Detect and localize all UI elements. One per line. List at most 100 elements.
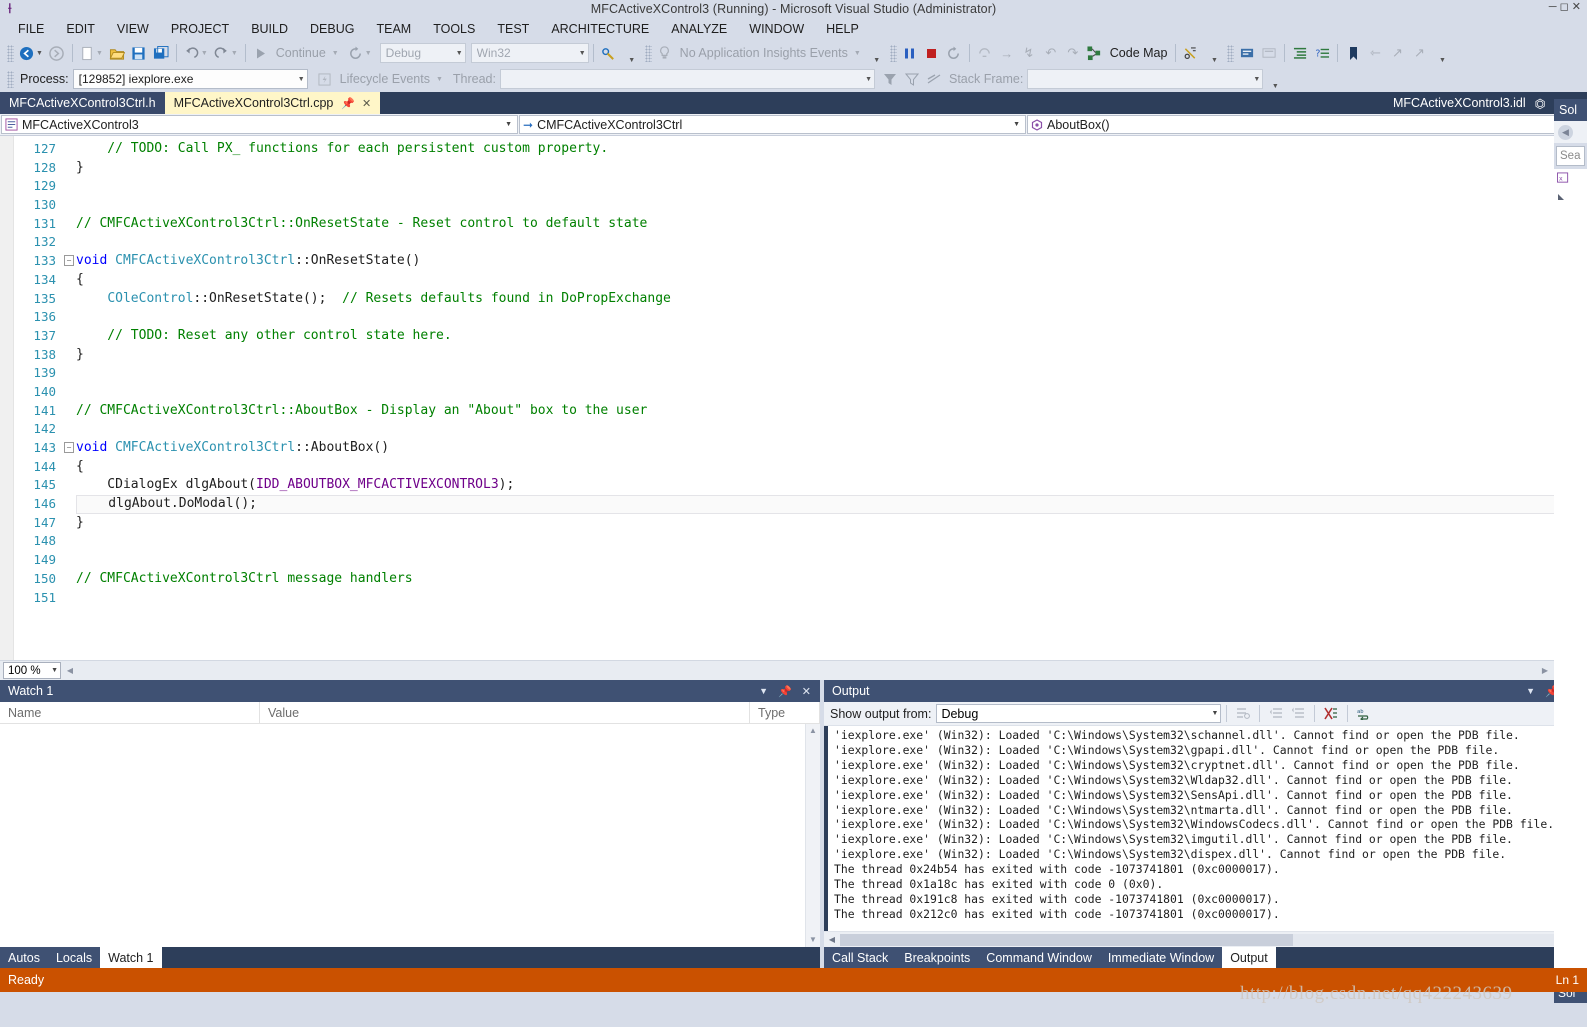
- toolbar-grip-3[interactable]: [889, 44, 897, 62]
- debug-toolbar-grip[interactable]: [7, 70, 14, 88]
- code-line[interactable]: }: [76, 514, 1570, 533]
- break-all-icon[interactable]: [899, 42, 921, 64]
- tab-output[interactable]: Output: [1222, 947, 1276, 968]
- comment-block-icon[interactable]: [1236, 42, 1258, 64]
- menu-item-edit[interactable]: EDIT: [56, 20, 106, 39]
- class-dropdown[interactable]: ➞ CMFCActiveXControl3Ctrl ▼: [519, 115, 1026, 134]
- step-over-icon[interactable]: ↶: [1040, 42, 1062, 64]
- code-line[interactable]: void CMFCActiveXControl3Ctrl::AboutBox(): [76, 439, 1570, 458]
- code-line[interactable]: [76, 589, 1570, 608]
- watch-vertical-scrollbar[interactable]: ▲ ▼: [805, 724, 820, 947]
- toggle-word-wrap-icon[interactable]: ab: [1353, 704, 1375, 724]
- code-line-current[interactable]: dlgAbout.DoModal();: [76, 495, 1566, 514]
- editor-horizontal-scrollbar[interactable]: ◀ ▶: [63, 662, 1552, 679]
- code-line[interactable]: [76, 308, 1570, 327]
- show-next-statement-icon[interactable]: [974, 42, 996, 64]
- code-line[interactable]: [76, 233, 1570, 252]
- code-line[interactable]: // TODO: Call PX_ functions for each per…: [76, 140, 1570, 159]
- window-controls[interactable]: ─ ◻ ✕: [1549, 0, 1581, 13]
- code-line[interactable]: {: [76, 271, 1570, 290]
- code-line[interactable]: [76, 364, 1570, 383]
- debug-toolbar-overflow-icon[interactable]: ▼: [1263, 68, 1285, 90]
- code-line[interactable]: [76, 177, 1570, 196]
- scroll-left-icon[interactable]: ◀: [63, 666, 77, 675]
- output-horizontal-scrollbar[interactable]: ◀ ▶: [824, 931, 1587, 947]
- flag-filter-icon[interactable]: [901, 68, 923, 90]
- tab-autos[interactable]: Autos: [0, 947, 48, 968]
- zoom-level-dropdown[interactable]: 100 % ▼: [3, 662, 61, 679]
- output-panel-header[interactable]: Output ▼ 📌 ✕: [824, 680, 1587, 702]
- menu-item-build[interactable]: BUILD: [241, 20, 300, 39]
- increase-indent-icon[interactable]: [1289, 42, 1311, 64]
- menu-item-analyze[interactable]: ANALYZE: [661, 20, 739, 39]
- menu-item-file[interactable]: FILE: [8, 20, 56, 39]
- toggle-outlining-icon[interactable]: ?: [1311, 42, 1333, 64]
- solution-explorer-tree[interactable]: x: [1554, 169, 1587, 981]
- fold-toggle-icon[interactable]: −: [62, 252, 76, 271]
- solution-platform-dropdown[interactable]: Win32 ▼: [470, 43, 589, 63]
- code-line[interactable]: }: [76, 159, 1570, 178]
- code-line[interactable]: // CMFCActiveXControl3Ctrl::OnResetState…: [76, 215, 1570, 234]
- scroll-right-icon[interactable]: ▶: [1538, 666, 1552, 675]
- toolbar-grip[interactable]: [7, 44, 14, 62]
- code-line[interactable]: void CMFCActiveXControl3Ctrl::OnResetSta…: [76, 252, 1570, 271]
- watch-column-value[interactable]: Value: [260, 701, 750, 724]
- watch-close-icon[interactable]: ✕: [797, 685, 816, 698]
- menu-item-help[interactable]: HELP: [816, 20, 871, 39]
- code-line[interactable]: // CMFCActiveXControl3Ctrl message handl…: [76, 570, 1570, 589]
- member-dropdown[interactable]: AboutBox() ▼: [1027, 115, 1587, 134]
- step-arrow-icon[interactable]: →: [996, 42, 1018, 64]
- menu-item-project[interactable]: PROJECT: [161, 20, 241, 39]
- lifecycle-events-icon[interactable]: [314, 68, 336, 90]
- application-insights-icon[interactable]: [654, 42, 676, 64]
- menu-item-tools[interactable]: TOOLS: [423, 20, 487, 39]
- code-line[interactable]: COleControl::OnResetState(); // Resets d…: [76, 290, 1570, 309]
- solution-configuration-dropdown[interactable]: Debug ▼: [379, 43, 466, 63]
- code-line[interactable]: [76, 196, 1570, 215]
- output-scroll-left-icon[interactable]: ◀: [824, 935, 840, 944]
- output-text-area[interactable]: 'iexplore.exe' (Win32): Loaded 'C:\Windo…: [824, 726, 1587, 931]
- step-into-icon[interactable]: ↯: [1018, 42, 1040, 64]
- stack-frame-dropdown[interactable]: ▼: [1027, 69, 1264, 89]
- tab-watch-1[interactable]: Watch 1: [100, 947, 162, 968]
- codemap-overflow-icon[interactable]: ▼: [1202, 42, 1224, 64]
- restart-icon[interactable]: ▼: [345, 42, 375, 64]
- insights-overflow-icon[interactable]: ▼: [865, 42, 887, 64]
- pin-icon[interactable]: 📌: [341, 97, 355, 110]
- solution-explorer-search-input[interactable]: Sea: [1556, 146, 1585, 166]
- watch-column-type[interactable]: Type: [750, 701, 820, 724]
- code-map-label[interactable]: Code Map: [1106, 46, 1172, 60]
- code-line[interactable]: [76, 551, 1570, 570]
- watch-column-name[interactable]: Name: [0, 701, 260, 724]
- tree-expander-icon[interactable]: [1557, 193, 1584, 205]
- output-hscroll-thumb[interactable]: [840, 933, 1294, 946]
- tab-immediate-window[interactable]: Immediate Window: [1099, 947, 1223, 968]
- application-insights-label[interactable]: No Application Insights Events: [676, 46, 852, 60]
- document-tab-header[interactable]: MFCActiveXControl3Ctrl.h: [0, 92, 165, 114]
- redo-icon[interactable]: ▼: [211, 42, 241, 64]
- project-dropdown[interactable]: MFCActiveXControl3 ▼: [1, 115, 518, 134]
- idl-file-label[interactable]: MFCActiveXControl3.idl: [1393, 96, 1526, 110]
- attach-to-process-icon[interactable]: [598, 42, 620, 64]
- next-bookmark-icon[interactable]: ↗: [1386, 42, 1408, 64]
- watch-window-menu-icon[interactable]: ▼: [754, 686, 773, 696]
- watch-rows-area[interactable]: ▲ ▼: [0, 724, 820, 947]
- close-icon[interactable]: ✕: [362, 97, 371, 110]
- no-hotpath-icon[interactable]: [1180, 42, 1202, 64]
- code-map-icon[interactable]: [1084, 42, 1106, 64]
- menu-item-test[interactable]: TEST: [487, 20, 541, 39]
- code-line[interactable]: CDialogEx dlgAbout(IDD_ABOUTBOX_MFCACTIV…: [76, 476, 1570, 495]
- process-dropdown[interactable]: [129852] iexplore.exe ▼: [72, 69, 308, 89]
- code-line[interactable]: // CMFCActiveXControl3Ctrl::AboutBox - D…: [76, 402, 1570, 421]
- thread-dropdown[interactable]: ▼: [500, 69, 875, 89]
- code-line[interactable]: // TODO: Reset any other control state h…: [76, 327, 1570, 346]
- tab-call-stack[interactable]: Call Stack: [824, 947, 897, 968]
- tab-locals[interactable]: Locals: [47, 947, 101, 968]
- watch-scroll-down-icon[interactable]: ▼: [806, 933, 820, 947]
- undo-icon[interactable]: ▼: [181, 42, 211, 64]
- menu-item-view[interactable]: VIEW: [107, 20, 161, 39]
- open-file-icon[interactable]: [106, 42, 128, 64]
- menu-item-architecture[interactable]: ARCHITECTURE: [541, 20, 661, 39]
- toggle-bookmark-icon[interactable]: [1342, 42, 1364, 64]
- continue-button[interactable]: Continue: [272, 46, 330, 60]
